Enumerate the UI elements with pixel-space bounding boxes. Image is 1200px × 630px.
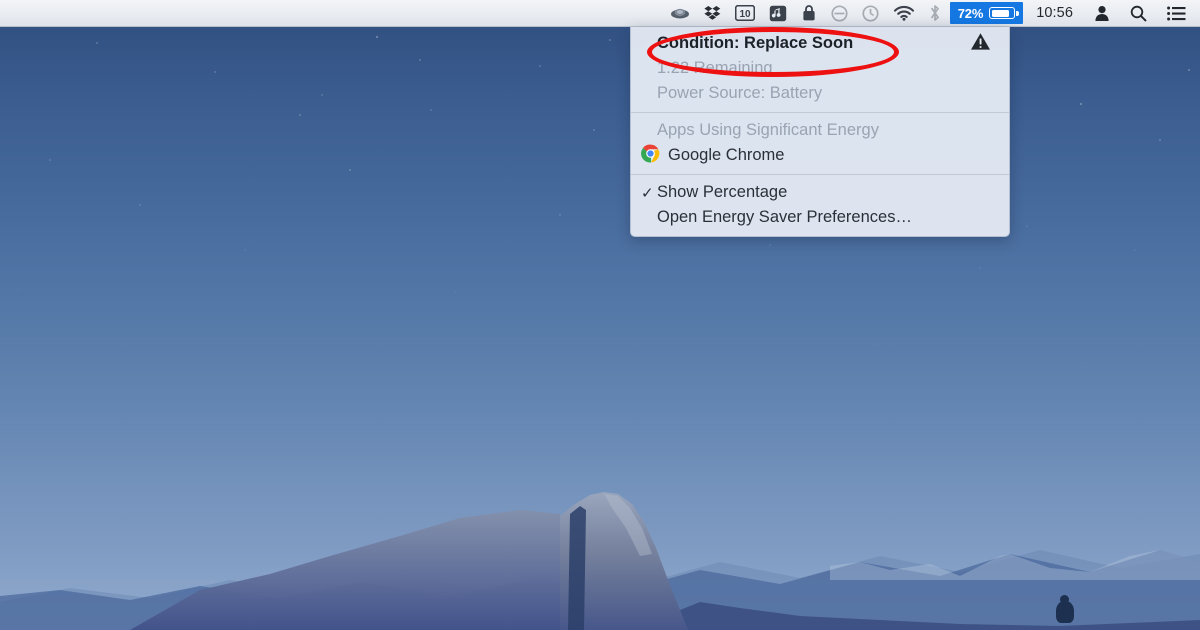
person-icon (1095, 5, 1109, 21)
battery-power-source-row: Power Source: Battery (631, 81, 1009, 106)
warning-triangle-icon (970, 32, 991, 56)
unknown-app-icon[interactable] (663, 0, 697, 27)
menu-bar: 10 72% 10:56 (0, 0, 1200, 27)
svg-text:10: 10 (739, 9, 751, 20)
spotlight-search-icon[interactable] (1120, 5, 1157, 22)
wifi-icon[interactable] (886, 0, 922, 27)
checkmark-icon: ✓ (641, 184, 654, 202)
battery-menu-extra[interactable]: 72% (949, 2, 1024, 24)
apps-section-header: Apps Using Significant Energy (657, 121, 879, 139)
time-machine-icon[interactable] (855, 0, 886, 27)
open-preferences-label: Open Energy Saver Preferences… (657, 208, 912, 226)
notification-center-icon[interactable] (1157, 6, 1200, 21)
user-account-icon[interactable] (1084, 5, 1120, 22)
number-10-icon: 10 (734, 5, 755, 21)
menu-separator-1 (631, 112, 1009, 113)
bluetooth-icon (930, 5, 939, 21)
menu-item-open-energy-saver-preferences[interactable]: Open Energy Saver Preferences… (631, 205, 1009, 230)
saucer-icon (670, 8, 689, 19)
prohibited-icon (831, 4, 848, 22)
menu-separator-2 (631, 174, 1009, 175)
bluetooth-icon[interactable] (922, 0, 948, 27)
music-note-icon[interactable] (762, 0, 794, 27)
do-not-disturb-icon[interactable] (824, 0, 855, 27)
dropbox-icon (704, 6, 721, 20)
lock-icon[interactable] (794, 0, 824, 27)
battery-icon (989, 7, 1019, 19)
hiker-silhouette (1056, 595, 1074, 623)
show-percentage-label: Show Percentage (657, 183, 788, 201)
desktop-wallpaper (0, 0, 1200, 630)
battery-percentage: 72% (957, 5, 984, 21)
battery-time-remaining-row: 1:22 Remaining (631, 56, 1009, 81)
dropbox-icon[interactable] (697, 0, 728, 27)
battery-condition-label: Condition: Replace Soon (657, 34, 854, 52)
app-label: Google Chrome (668, 146, 785, 164)
ten-badge-icon[interactable]: 10 (728, 0, 762, 27)
battery-time-remaining: 1:22 Remaining (657, 59, 773, 77)
app-item-google-chrome[interactable]: Google Chrome (631, 143, 1009, 168)
battery-dropdown-menu: Condition: Replace Soon 1:22 Remaining P… (630, 27, 1010, 237)
menu-bar-extras: 10 72% 10:56 (663, 0, 1200, 27)
half-dome-mountain (130, 492, 1200, 630)
menu-bar-clock[interactable]: 10:56 (1025, 5, 1084, 21)
starfield (0, 0, 1200, 430)
clock-arrow-icon (862, 4, 879, 22)
lock-icon (803, 4, 815, 20)
music-note-icon (769, 5, 786, 21)
menu-item-show-percentage[interactable]: ✓ Show Percentage (631, 180, 1009, 205)
magnifier-icon (1130, 5, 1147, 21)
list-lines-icon (1167, 6, 1186, 20)
wifi-icon (893, 6, 914, 21)
battery-condition-row: Condition: Replace Soon (631, 31, 1009, 56)
apps-section-header-row: Apps Using Significant Energy (631, 118, 1009, 143)
battery-power-source: Power Source: Battery (657, 84, 823, 102)
chrome-icon (641, 144, 660, 168)
